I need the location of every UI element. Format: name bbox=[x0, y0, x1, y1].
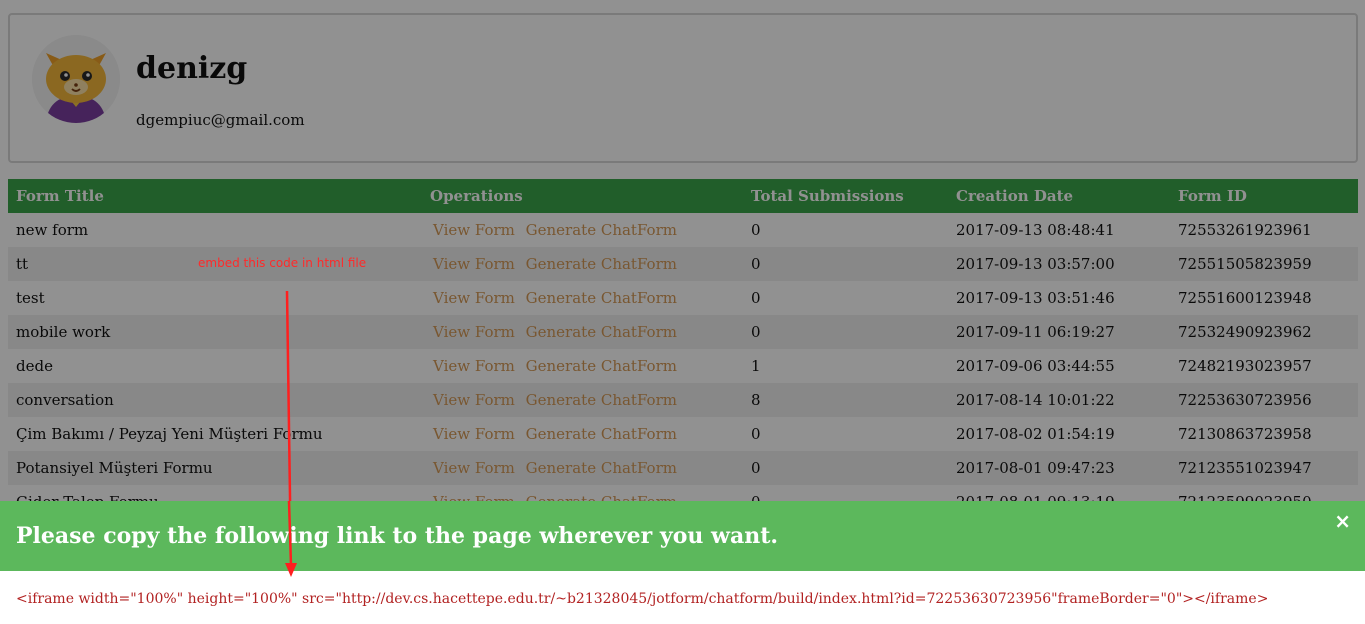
modal-body: <iframe width="100%" height="100%" src="… bbox=[0, 571, 1365, 624]
close-icon[interactable]: × bbox=[1334, 509, 1351, 533]
embed-code-text[interactable]: <iframe width="100%" height="100%" src="… bbox=[16, 591, 1268, 607]
modal-title: Please copy the following link to the pa… bbox=[16, 523, 779, 549]
page: denizg dgempiuc@gmail.com Form Title Ope… bbox=[0, 0, 1365, 624]
modal-header: Please copy the following link to the pa… bbox=[0, 501, 1365, 571]
